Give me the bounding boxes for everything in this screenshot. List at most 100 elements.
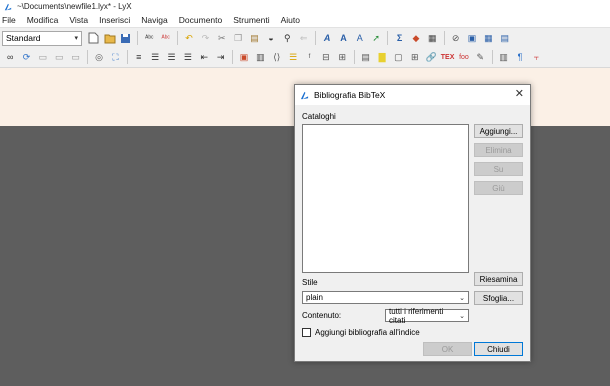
style-value: plain (306, 293, 323, 302)
up-button[interactable]: Su (474, 162, 523, 176)
save-icon[interactable] (119, 31, 133, 46)
insert-reference-icon[interactable]: ☰ (286, 50, 300, 65)
spellcheck-icon[interactable]: ᴬᵇᶜ (142, 31, 156, 46)
toolbar-separator (126, 50, 128, 64)
content-value: tutti i riferimenti citati (389, 306, 444, 325)
view-update-icon[interactable]: ▦ (481, 31, 495, 46)
menu-modifica[interactable]: Modifica (27, 15, 59, 25)
add-to-index-checkbox[interactable] (302, 328, 311, 337)
delete-button[interactable]: Elimina (474, 143, 523, 157)
math-sigma-icon[interactable]: Σ (393, 31, 407, 46)
insert-hyperlink-icon[interactable]: 🔗 (424, 50, 438, 65)
style-label: Stile (302, 278, 318, 287)
review-icon[interactable]: ▭ (52, 50, 66, 65)
paragraph-settings-icon[interactable]: ¶ (513, 50, 527, 65)
align-justify-icon[interactable]: ≡ (132, 50, 146, 65)
down-button[interactable]: Giù (474, 181, 523, 195)
menu-inserisci[interactable]: Inserisci (99, 15, 130, 25)
menu-vista[interactable]: Vista (69, 15, 88, 25)
rescan-button[interactable]: Riesamina (474, 272, 523, 286)
open-folder-icon[interactable] (103, 31, 117, 46)
increase-depth-icon[interactable]: ⇥ (214, 50, 228, 65)
description-list-icon[interactable]: ☰ (181, 50, 195, 65)
dialog-title: Bibliografia BibTeX (314, 90, 386, 100)
add-to-index-label: Aggiungi bibliografia all'indice (315, 328, 420, 337)
insert-program-listing-icon[interactable]: foo (457, 50, 471, 65)
menu-naviga[interactable]: Naviga (141, 15, 167, 25)
cut-icon[interactable]: ✂ (215, 31, 229, 46)
toolbar-separator (491, 50, 493, 64)
redo-icon[interactable]: ↷ (198, 31, 212, 46)
compare-icon[interactable]: ▭ (69, 50, 83, 65)
catalogs-label: Cataloghi (302, 112, 336, 121)
catalogs-list[interactable] (302, 124, 469, 273)
toolbar-separator (86, 50, 88, 64)
search-icon[interactable]: ⚲ (280, 31, 294, 46)
ok-button[interactable]: OK (423, 342, 472, 356)
insert-table-icon[interactable]: ▦ (425, 31, 439, 46)
reload-icon[interactable]: ⟳ (20, 50, 34, 65)
view-source-icon[interactable]: ▤ (498, 31, 512, 46)
toc-view-icon[interactable]: ⊘ (449, 31, 463, 46)
insert-chart-icon[interactable]: ⫟ (529, 50, 543, 65)
insert-comment-icon[interactable]: ▢ (391, 50, 405, 65)
insert-footnote-icon[interactable]: ᶠ (303, 50, 317, 65)
decrease-depth-icon[interactable]: ⇤ (197, 50, 211, 65)
emphasis-icon[interactable]: A (320, 31, 334, 46)
toolbar-separator (314, 31, 316, 45)
insert-tex-code-icon[interactable]: TEX (441, 50, 455, 65)
bullet-list-icon[interactable]: ☰ (148, 50, 162, 65)
dialog-titlebar: Bibliografia BibTeX ✕ (295, 85, 530, 105)
toolbar-separator (137, 31, 139, 45)
insert-arrow-icon[interactable]: ➚ (369, 31, 383, 46)
content-label: Contenuto: (302, 311, 342, 320)
chevron-down-icon: ⌄ (459, 294, 465, 302)
menu-aiuto[interactable]: Aiuto (281, 15, 300, 25)
insert-label-icon[interactable]: ⟨⟩ (270, 50, 284, 65)
add-button[interactable]: Aggiungi... (474, 124, 523, 138)
paragraph-style-select[interactable]: Standard ▾ (2, 30, 82, 46)
back-icon[interactable]: ⇐ (297, 31, 311, 46)
paragraph-style-value: Standard (6, 33, 41, 43)
insert-citation-icon[interactable]: ⊞ (335, 50, 349, 65)
chevron-down-icon: ⌄ (459, 312, 465, 320)
math-mode-icon[interactable]: A (353, 31, 367, 46)
insert-external-material-icon[interactable]: ✎ (473, 50, 487, 65)
menu-documento[interactable]: Documento (179, 15, 222, 25)
insert-graphics-icon[interactable]: ◆ (409, 31, 423, 46)
content-select[interactable]: tutti i riferimenti citati ⌄ (385, 306, 469, 325)
paste-icon[interactable]: ▤ (248, 31, 262, 46)
toolbar-separator (443, 31, 445, 45)
insert-note-icon[interactable]: ▇ (375, 50, 389, 65)
toolbar-separator (176, 31, 178, 45)
insert-table-float-icon[interactable]: ▥ (253, 50, 267, 65)
undo-icon[interactable]: ↶ (182, 31, 196, 46)
copy-icon[interactable]: ❐ (231, 31, 245, 46)
view-pdf-icon[interactable]: ▣ (465, 31, 479, 46)
chevron-down-icon: ▾ (74, 35, 78, 42)
insert-box-icon[interactable]: ⊞ (408, 50, 422, 65)
zoom-icon[interactable]: ◎ (92, 50, 106, 65)
spellcheck-continuous-icon[interactable]: ᴬᵇᶜ (159, 31, 173, 46)
numbered-list-icon[interactable]: ☰ (165, 50, 179, 65)
new-document-icon[interactable] (86, 31, 100, 46)
track-changes-icon[interactable]: ∞ (3, 50, 17, 65)
style-select[interactable]: plain ⌄ (302, 291, 469, 304)
bibtex-dialog: Bibliografia BibTeX ✕ Cataloghi Aggiungi… (294, 84, 531, 362)
browse-button[interactable]: Sfoglia... (474, 291, 523, 305)
lyx-logo-icon (4, 3, 12, 10)
main-toolbar: Standard ▾ ᴬᵇᶜ ᴬᵇᶜ ↶ ↷ ✂ ❐ ▤ ◒ ⚲ ⇐ A A A… (0, 27, 610, 48)
text-style-icon[interactable]: A (336, 31, 350, 46)
fullscreen-icon[interactable]: ⛶ (108, 50, 122, 65)
close-button[interactable]: Chiudi (474, 342, 523, 356)
insert-file-icon[interactable]: ▥ (497, 50, 511, 65)
insert-margin-note-icon[interactable]: ⊟ (319, 50, 333, 65)
window-titlebar: ~\Documents\newfile1.lyx* - LyX (0, 0, 610, 13)
menu-file[interactable]: File (2, 15, 16, 25)
menu-strumenti[interactable]: Strumenti (233, 15, 269, 25)
insert-figure-float-icon[interactable]: ▣ (237, 50, 251, 65)
preview-icon[interactable]: ▭ (36, 50, 50, 65)
find-replace-icon[interactable]: ◒ (264, 31, 278, 46)
close-icon[interactable]: ✕ (515, 89, 524, 100)
insert-index-icon[interactable]: ▤ (359, 50, 373, 65)
